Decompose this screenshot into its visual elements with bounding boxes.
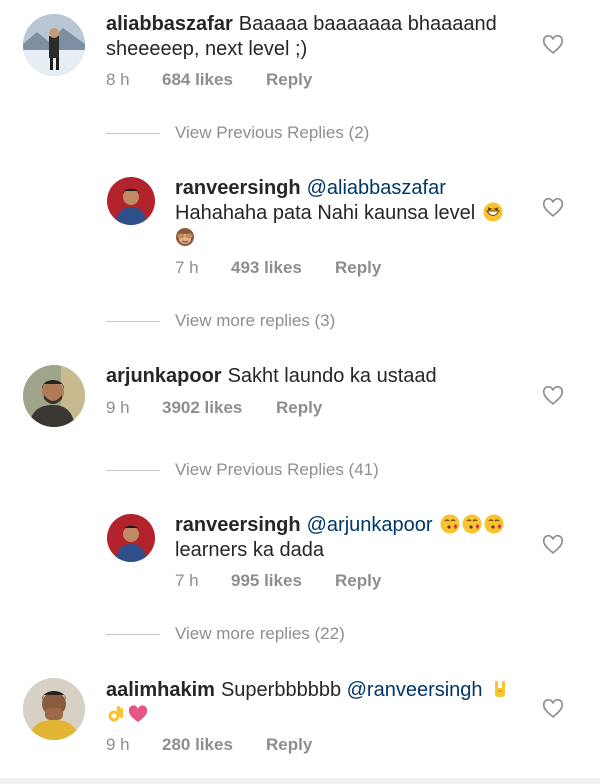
divider-line xyxy=(106,633,160,635)
view-replies-label: View Previous Replies (2) xyxy=(175,123,370,142)
comment-text: Sakht laundo ka ustaad xyxy=(227,365,437,387)
like-button[interactable] xyxy=(542,534,564,556)
view-replies-label: View Previous Replies (41) xyxy=(175,460,379,479)
timestamp: 7 h xyxy=(175,571,199,590)
username[interactable]: aliabbaszafar xyxy=(106,13,233,35)
like-button[interactable] xyxy=(542,197,564,219)
reply-button[interactable]: Reply xyxy=(335,258,381,278)
reply-button[interactable]: Reply xyxy=(276,398,322,418)
pink-heart-icon xyxy=(128,704,148,724)
ok-hand-icon xyxy=(106,704,126,724)
grinning-squinting-face-icon xyxy=(483,202,503,222)
view-replies-label: View more replies (22) xyxy=(175,624,345,643)
timestamp: 7 h xyxy=(175,258,199,277)
man-in-blue-shirt-avatar-icon xyxy=(107,177,155,225)
comment-text: Hahahaha pata Nahi kaunsa level xyxy=(175,202,476,224)
kissing-heart-face-icon xyxy=(440,514,460,534)
avatar[interactable] xyxy=(23,14,85,76)
heart-outline-icon xyxy=(542,34,564,54)
username[interactable]: arjunkapoor xyxy=(106,365,222,387)
avatar[interactable] xyxy=(107,177,155,225)
mention-link[interactable]: @arjunkapoor xyxy=(307,514,433,536)
like-button[interactable] xyxy=(542,385,564,407)
man-with-hand-on-face-avatar-icon xyxy=(23,678,85,740)
reply-button[interactable]: Reply xyxy=(335,571,381,591)
kissing-heart-face-icon xyxy=(484,514,504,534)
reply-button[interactable]: Reply xyxy=(266,735,312,755)
likes-count[interactable]: 3902 likes xyxy=(162,398,276,418)
view-more-replies[interactable]: View more replies (22) xyxy=(106,622,345,646)
username[interactable]: aalimhakim xyxy=(106,679,215,701)
mention-link[interactable]: @aliabbaszafar xyxy=(307,177,446,199)
timestamp: 9 h xyxy=(106,735,130,754)
view-previous-replies[interactable]: View Previous Replies (41) xyxy=(106,458,379,482)
divider-line xyxy=(106,320,160,322)
username[interactable]: ranveersingh xyxy=(175,514,301,536)
divider-line xyxy=(106,469,160,471)
heart-outline-icon xyxy=(542,197,564,217)
comment-text: Baaaaa baaaaaaa bhaaaand xyxy=(238,13,497,35)
username[interactable]: ranveersingh xyxy=(175,177,301,199)
avatar[interactable] xyxy=(23,365,85,427)
see-no-evil-monkey-icon xyxy=(175,227,195,247)
avatar[interactable] xyxy=(23,678,85,740)
man-in-snow-avatar-icon xyxy=(23,14,85,76)
view-more-replies[interactable]: View more replies (3) xyxy=(106,309,335,333)
heart-outline-icon xyxy=(542,385,564,405)
timestamp: 8 h xyxy=(106,70,130,89)
comment-text: sheeeeep, next level ;) xyxy=(106,38,308,60)
mention-link[interactable]: @ranveersingh xyxy=(347,679,483,701)
likes-count[interactable]: 493 likes xyxy=(231,258,335,278)
view-replies-label: View more replies (3) xyxy=(175,311,336,330)
view-previous-replies[interactable]: View Previous Replies (2) xyxy=(106,121,369,145)
sign-of-horns-hand-icon xyxy=(490,679,510,699)
reply-button[interactable]: Reply xyxy=(266,70,312,90)
kissing-heart-face-icon xyxy=(462,514,482,534)
bearded-man-avatar-icon xyxy=(23,365,85,427)
bottom-divider xyxy=(0,778,600,784)
heart-outline-icon xyxy=(542,534,564,554)
likes-count[interactable]: 280 likes xyxy=(162,735,266,755)
likes-count[interactable]: 995 likes xyxy=(231,571,335,591)
likes-count[interactable]: 684 likes xyxy=(162,70,266,90)
comment-text: Superbbbbbb xyxy=(220,679,342,701)
comment-text: learners ka dada xyxy=(175,539,324,561)
heart-outline-icon xyxy=(542,698,564,718)
timestamp: 9 h xyxy=(106,398,130,417)
like-button[interactable] xyxy=(542,34,564,56)
divider-line xyxy=(106,132,160,134)
like-button[interactable] xyxy=(542,698,564,720)
avatar[interactable] xyxy=(107,514,155,562)
man-in-blue-shirt-avatar-icon xyxy=(107,514,155,562)
